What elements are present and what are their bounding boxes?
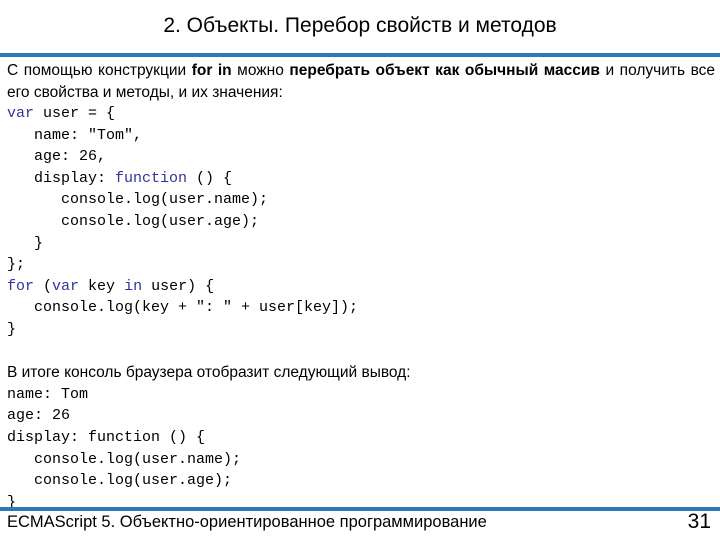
bottom-divider [0, 507, 720, 511]
output-line: name: Tom [7, 385, 89, 403]
code-text: user = { [34, 105, 116, 122]
code-line: var user = { [7, 103, 715, 125]
code-keyword: function [115, 169, 188, 187]
code-block: var user = { name: "Tom", age: 26, displ… [7, 103, 715, 341]
intro-bold-phrase: перебрать объект как обычный массив [289, 62, 600, 79]
code-line: age: 26, [7, 148, 107, 166]
output-line: console.log(user.name); [7, 450, 242, 468]
code-line: display: function () { [7, 168, 715, 190]
code-text: user) { [142, 277, 215, 295]
code-line: console.log(user.age); [7, 212, 260, 230]
slide-title: 2. Объекты. Перебор свойств и методов [163, 14, 557, 37]
code-keyword: for [7, 277, 35, 295]
intro-paragraph: С помощью конструкции for in можно переб… [7, 60, 715, 103]
code-line: console.log(user.name); [7, 191, 269, 209]
intro-text: С помощью конструкции [7, 62, 192, 79]
top-divider [0, 53, 720, 57]
output-line: console.log(user.age); [7, 472, 233, 490]
code-line: console.log(key + ": " + user[key]); [7, 299, 359, 317]
intro-bold-for-in: for in [191, 62, 232, 79]
code-text: () { [187, 169, 233, 187]
code-text: display: [7, 169, 116, 187]
code-line: } [7, 234, 44, 252]
intro-text: можно [231, 62, 290, 79]
code-line: for (var key in user) { [7, 276, 715, 298]
page-number: 31 [687, 510, 711, 533]
footer-course-title: ECMAScript 5. Объектно-ориентированное п… [7, 513, 487, 531]
output-line: display: function () { [7, 428, 206, 446]
result-paragraph: В итоге консоль браузера отобразит следу… [7, 364, 411, 382]
code-line: } [7, 320, 17, 338]
code-line: }; [7, 256, 26, 274]
code-keyword: var [7, 105, 35, 122]
code-line: name: "Tom", [7, 126, 143, 144]
console-output-block: name: Tom age: 26 display: function () { c… [7, 384, 715, 514]
code-text: ( [34, 277, 53, 295]
code-text: key [79, 277, 125, 295]
code-keyword: in [124, 277, 143, 295]
slide-content: С помощью конструкции for in можно переб… [7, 60, 715, 513]
output-line: age: 26 [7, 407, 71, 425]
code-keyword: var [52, 277, 80, 295]
